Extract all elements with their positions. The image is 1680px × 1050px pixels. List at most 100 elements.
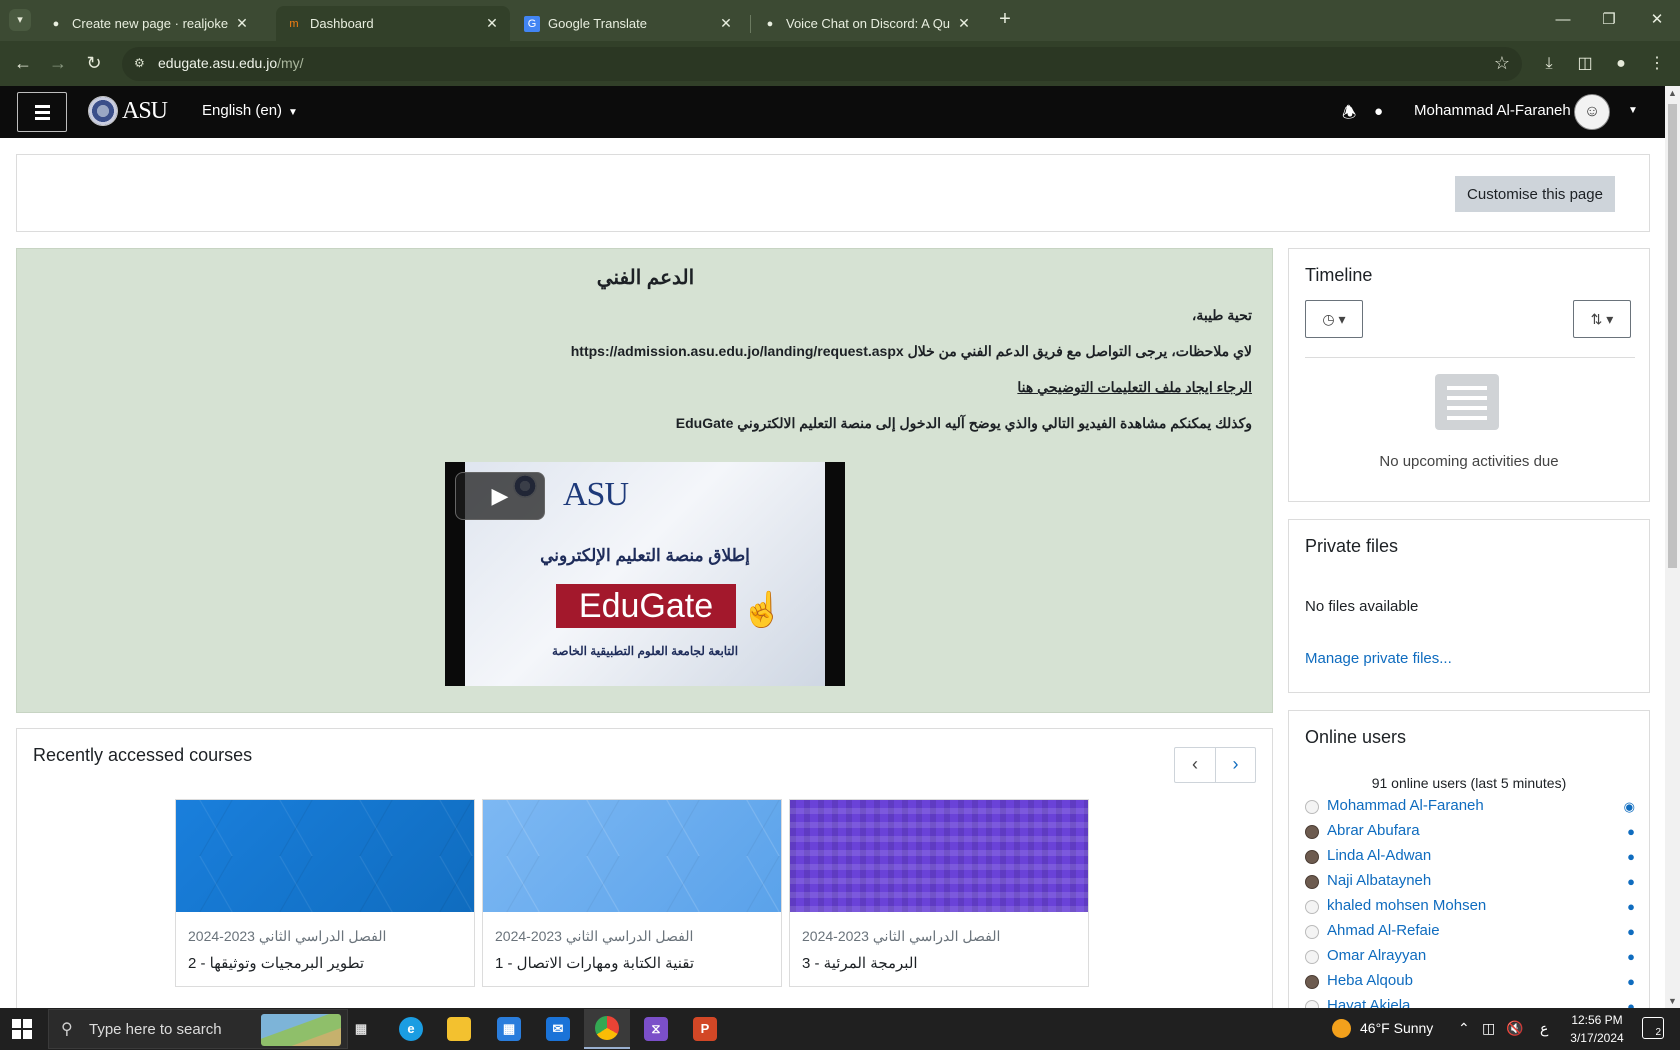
close-tab-icon[interactable]: ✕ — [956, 15, 972, 32]
user-link[interactable]: Naji Albatayneh — [1327, 872, 1431, 889]
eye-icon[interactable]: ◉ — [1624, 799, 1635, 815]
timeline-filter-dropdown[interactable]: ◷ ▾ — [1305, 300, 1363, 338]
language-menu[interactable]: English (en) ▼ — [202, 102, 298, 119]
course-card[interactable]: الفصل الدراسي الثاني 2023-2024 تطوير الب… — [175, 799, 475, 987]
download-icon[interactable]: ⤓ — [1538, 53, 1560, 75]
chrome-icon[interactable] — [584, 1009, 630, 1049]
visual-studio-icon[interactable]: ⧖ — [633, 1009, 679, 1049]
message-icon[interactable]: ● — [1627, 899, 1635, 914]
user-avatar[interactable]: ☺ — [1574, 94, 1610, 130]
manage-private-files-link[interactable]: Manage private files... — [1305, 650, 1452, 667]
mail-icon[interactable]: ✉ — [535, 1009, 581, 1049]
message-icon[interactable]: ● — [1627, 824, 1635, 839]
volume-muted-icon[interactable]: 🔇 — [1506, 1020, 1523, 1037]
user-link[interactable]: Omar Alrayyan — [1327, 947, 1426, 964]
task-view-icon[interactable]: ▦ — [338, 1009, 384, 1049]
avatar — [1305, 1000, 1319, 1008]
weather-sun-icon[interactable] — [1332, 1019, 1351, 1038]
close-tab-icon[interactable]: ✕ — [484, 15, 500, 32]
message-icon[interactable]: ● — [1627, 849, 1635, 864]
scroll-down-icon[interactable]: ▼ — [1668, 996, 1677, 1006]
minimize-button[interactable]: — — [1540, 8, 1586, 32]
address-bar[interactable]: ⚙ edugate.asu.edu.jo/my/ ☆ — [122, 47, 1522, 81]
windows-start-icon[interactable] — [12, 1019, 32, 1039]
weather-text[interactable]: 46°F Sunny — [1360, 1020, 1433, 1036]
course-image[interactable] — [483, 800, 781, 912]
system-clock[interactable]: 12:56 PM 3/17/2024 — [1562, 1011, 1632, 1047]
user-link[interactable]: khaled mohsen Mohsen — [1327, 897, 1486, 914]
page-scrollbar[interactable]: ▲ ▼ — [1665, 86, 1680, 1008]
message-icon[interactable]: ● — [1627, 949, 1635, 964]
input-language-indicator[interactable]: ع — [1540, 1020, 1548, 1037]
tab-dashboard[interactable]: m Dashboard ✕ — [276, 6, 510, 41]
edge-browser-icon[interactable]: e — [388, 1009, 434, 1049]
user-link[interactable]: Ahmad Al-Refaie — [1327, 922, 1440, 939]
next-page-icon[interactable]: › — [1215, 748, 1255, 782]
message-icon[interactable]: ● — [1627, 999, 1635, 1008]
course-name[interactable]: تقنية الكتابة ومهارات الاتصال - 1 — [495, 954, 694, 972]
user-link[interactable]: Hayat Akiela — [1327, 997, 1410, 1008]
profile-icon[interactable]: ● — [1610, 53, 1632, 75]
back-button[interactable]: ← — [11, 52, 35, 76]
tab-github-create-page[interactable]: ● Create new page · realjoker96/t ✕ — [38, 6, 260, 41]
new-tab-button[interactable]: + — [993, 8, 1017, 32]
scrollbar-thumb[interactable] — [1668, 104, 1677, 568]
user-menu-chevron-icon[interactable]: ▼ — [1628, 105, 1638, 116]
avatar — [1305, 900, 1319, 914]
play-icon[interactable]: ▶ — [455, 472, 545, 520]
course-card[interactable]: الفصل الدراسي الثاني 2023-2024 البرمجة ا… — [789, 799, 1089, 987]
online-user-row: Omar Alrayyan ● — [1305, 947, 1635, 969]
online-user-row: khaled mohsen Mohsen ● — [1305, 897, 1635, 919]
contact-text: لاي ملاحظات، يرجى التواصل مع فريق الدعم … — [570, 343, 1252, 359]
site-info-icon[interactable]: ⚙ — [134, 56, 150, 72]
instructions-link[interactable]: الرجاء ايجاد ملف التعليمات التوضيحي هنا — [1017, 379, 1252, 396]
page-header: Customise this page — [16, 154, 1650, 232]
user-link[interactable]: Mohammad Al-Faraneh — [1327, 797, 1484, 814]
online-users-block: Online users 91 online users (last 5 min… — [1288, 710, 1650, 1008]
show-hidden-icons[interactable]: ⌃ — [1458, 1020, 1470, 1037]
powerpoint-icon[interactable]: P — [682, 1009, 728, 1049]
course-card[interactable]: الفصل الدراسي الثاني 2023-2024 تقنية الك… — [482, 799, 782, 987]
reload-button[interactable]: ↻ — [82, 52, 106, 76]
user-link[interactable]: Heba Alqoub — [1327, 972, 1413, 989]
message-icon[interactable]: ● — [1627, 924, 1635, 939]
notification-center-icon[interactable]: 2 — [1642, 1017, 1664, 1039]
site-logo[interactable]: ASU — [88, 94, 174, 128]
network-icon[interactable]: ◫ — [1482, 1020, 1495, 1037]
user-name[interactable]: Mohammad Al-Faraneh — [1414, 102, 1571, 119]
online-user-row: Ahmad Al-Refaie ● — [1305, 922, 1635, 944]
message-icon[interactable]: ● — [1627, 974, 1635, 989]
more-menu-icon[interactable]: ⋮ — [1646, 53, 1668, 75]
tab-google-translate[interactable]: G Google Translate ✕ — [514, 6, 744, 41]
support-title: الدعم الفني — [596, 267, 695, 289]
forward-button[interactable]: → — [46, 52, 70, 76]
close-tab-icon[interactable]: ✕ — [718, 15, 734, 32]
course-image[interactable] — [176, 800, 474, 912]
message-icon[interactable]: ● — [1627, 874, 1635, 889]
tab-discord-voice-chat[interactable]: ● Voice Chat on Discord: A Quick ✕ — [752, 6, 982, 41]
course-name[interactable]: البرمجة المرئية - 3 — [802, 954, 918, 972]
edugate-video[interactable]: ASU إطلاق منصة التعليم الإلكتروني EduGat… — [445, 462, 845, 686]
timeline-sort-dropdown[interactable]: ⇅ ▾ — [1573, 300, 1631, 338]
restore-button[interactable]: ❐ — [1586, 8, 1632, 32]
customise-page-button[interactable]: Customise this page — [1455, 176, 1615, 212]
drawer-toggle-button[interactable] — [17, 92, 67, 132]
close-tab-icon[interactable]: ✕ — [234, 15, 250, 32]
user-link[interactable]: Linda Al-Adwan — [1327, 847, 1431, 864]
taskbar-search-box[interactable]: ⚲ Type here to search — [48, 1009, 348, 1049]
notifications-bell-icon[interactable]: 🕭 — [1342, 102, 1356, 129]
tab-search-menu[interactable]: ▾ — [9, 9, 31, 31]
user-link[interactable]: Abrar Abufara — [1327, 822, 1420, 839]
bookmark-star-icon[interactable]: ☆ — [1494, 53, 1510, 74]
previous-page-icon[interactable]: ‹ — [1175, 748, 1215, 782]
side-panel-icon[interactable]: ◫ — [1574, 53, 1596, 75]
file-explorer-icon[interactable] — [436, 1009, 482, 1049]
messages-icon[interactable]: ● — [1374, 103, 1383, 120]
scroll-up-icon[interactable]: ▲ — [1668, 88, 1677, 98]
course-image[interactable] — [790, 800, 1088, 912]
course-name[interactable]: تطوير البرمجيات وتوثيقها - 2 — [188, 954, 364, 972]
microsoft-store-icon[interactable]: ▦ — [486, 1009, 532, 1049]
close-window-button[interactable]: ✕ — [1634, 8, 1680, 32]
url-text[interactable]: edugate.asu.edu.jo/my/ — [158, 55, 304, 71]
github-icon: ● — [52, 17, 60, 30]
